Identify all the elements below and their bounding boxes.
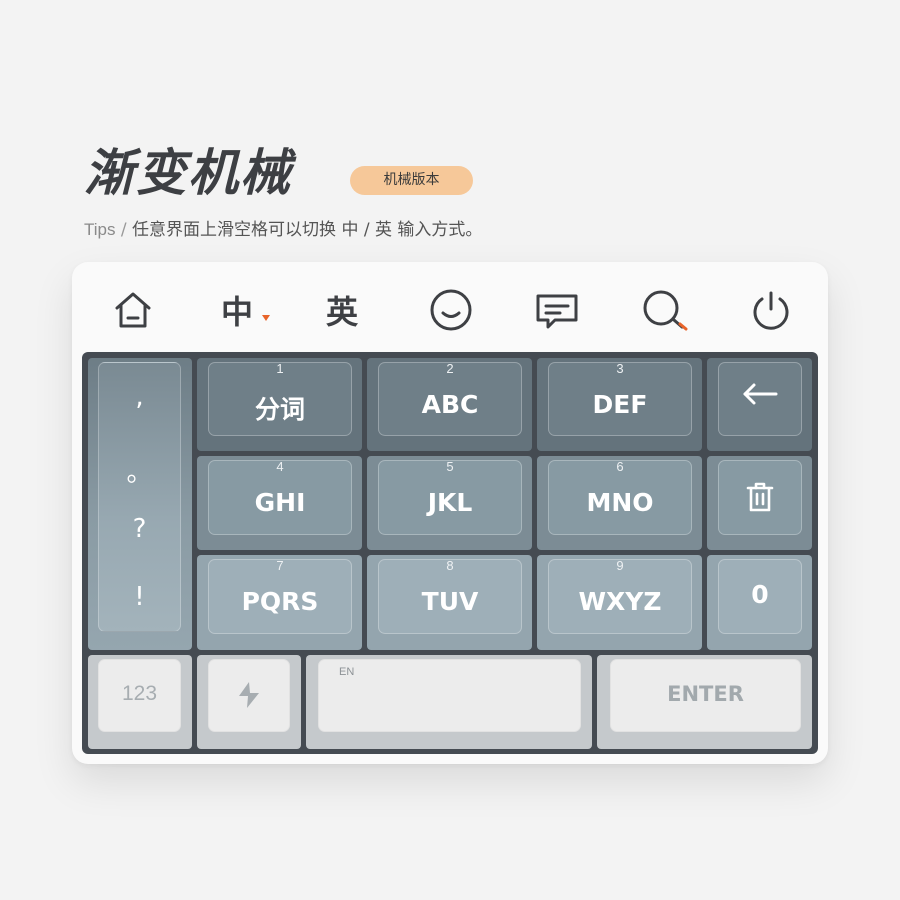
- caret-down-icon: [262, 315, 270, 321]
- tips-separator: /: [115, 220, 133, 240]
- version-badge: 机械版本: [350, 166, 473, 195]
- trash-icon: [719, 481, 801, 513]
- tips-text: Tips / 任意界面上滑空格可以切换 中 / 英 输入方式。: [84, 218, 482, 242]
- key-number: 7: [276, 558, 284, 573]
- key-9-wxyz[interactable]: 9 WXYZ: [548, 558, 692, 634]
- symbol-key[interactable]: [208, 659, 290, 732]
- key-6-mno[interactable]: 6 MNO: [548, 459, 692, 535]
- key-label: ABC: [421, 390, 479, 419]
- page-title: 渐变机械: [84, 144, 292, 202]
- key-number: 2: [446, 361, 454, 376]
- key-label: 分词: [254, 395, 305, 424]
- lang-chinese-toggle[interactable]: 中: [213, 286, 261, 334]
- key-4-ghi[interactable]: 4 GHI: [208, 459, 352, 535]
- key-number: 6: [616, 459, 624, 474]
- space-key[interactable]: EN: [318, 659, 581, 732]
- lightning-icon: [209, 680, 289, 710]
- key-label: MNO: [586, 488, 654, 517]
- punct-period[interactable]: 。: [98, 452, 181, 489]
- key-3-def[interactable]: 3 DEF: [548, 361, 692, 436]
- power-icon[interactable]: [746, 286, 796, 334]
- key-label: WXYZ: [578, 587, 662, 616]
- key-label: 123: [121, 682, 158, 705]
- key-8-tuv[interactable]: 8 TUV: [378, 558, 522, 634]
- home-icon[interactable]: [108, 286, 158, 334]
- key-number: 1: [276, 361, 284, 376]
- key-7-pqrs[interactable]: 7 PQRS: [208, 558, 352, 634]
- key-label: JKL: [427, 488, 473, 517]
- tips-prefix: Tips: [84, 220, 116, 239]
- key-1-fenci[interactable]: 1 分词: [208, 361, 352, 436]
- key-label: PQRS: [241, 587, 319, 616]
- key-label: TUV: [421, 587, 479, 616]
- tips-body: 任意界面上滑空格可以切换 中 / 英 输入方式。: [132, 220, 483, 240]
- smile-icon[interactable]: [426, 286, 476, 334]
- key-label: GHI: [254, 488, 306, 517]
- arrow-left-icon: [719, 381, 801, 407]
- message-icon[interactable]: [532, 286, 582, 334]
- key-2-abc[interactable]: 2 ABC: [378, 361, 522, 436]
- clear-key[interactable]: [718, 460, 802, 535]
- lang-english-toggle[interactable]: 英: [318, 286, 366, 334]
- key-number: 4: [276, 459, 284, 474]
- key-number: 5: [446, 459, 454, 474]
- punct-exclaim[interactable]: !: [98, 582, 181, 612]
- punct-comma[interactable]: ,: [98, 382, 181, 412]
- numbers-key[interactable]: 123: [98, 659, 181, 732]
- key-number: 9: [616, 558, 624, 573]
- key-number: 3: [616, 361, 624, 376]
- key-label: 0: [751, 580, 769, 609]
- key-0[interactable]: 0: [718, 559, 802, 634]
- key-5-jkl[interactable]: 5 JKL: [378, 459, 522, 535]
- key-label: DEF: [592, 390, 648, 419]
- key-number: 8: [446, 558, 454, 573]
- backspace-key[interactable]: [718, 362, 802, 436]
- search-icon[interactable]: [638, 286, 692, 334]
- enter-key[interactable]: ENTER: [610, 659, 801, 732]
- key-label: ENTER: [667, 682, 744, 706]
- punct-question[interactable]: ?: [98, 514, 181, 544]
- space-hint: EN: [339, 666, 355, 678]
